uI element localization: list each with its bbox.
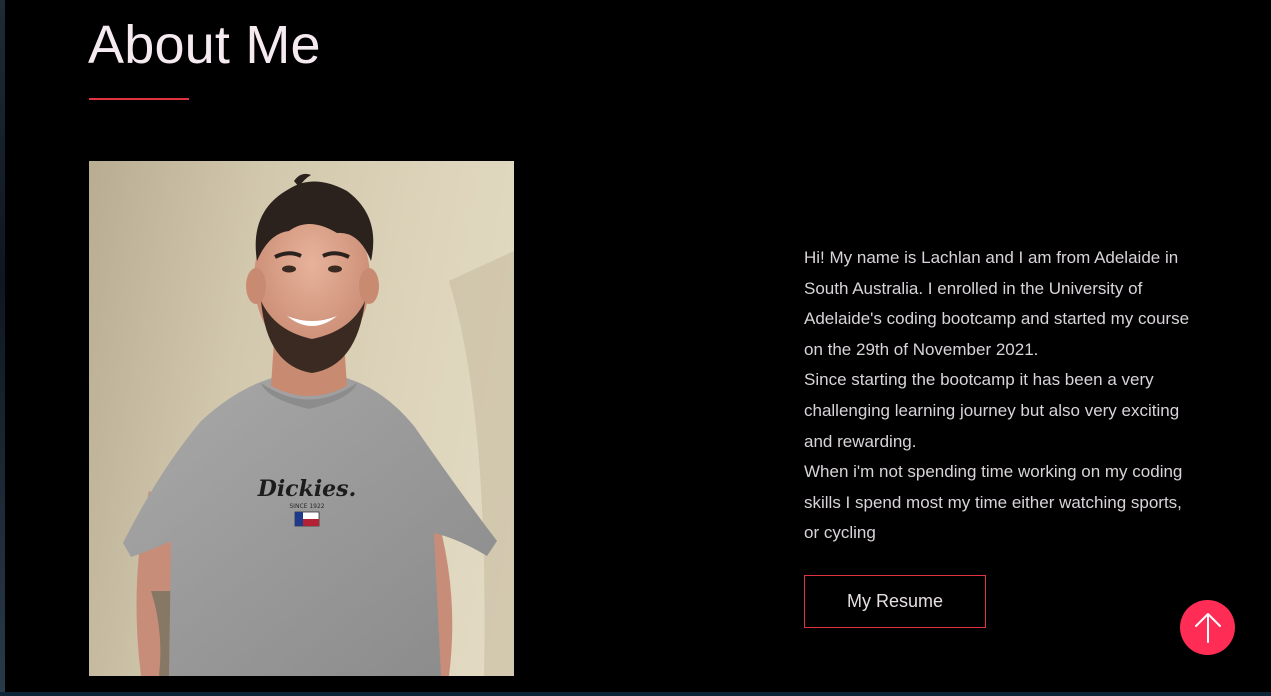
- bio-text: Hi! My name is Lachlan and I am from Ade…: [804, 243, 1194, 549]
- shirt-logo-text: Dickies.: [257, 476, 356, 502]
- shirt-logo-subtext: SINCE 1922: [289, 503, 324, 510]
- arrow-up-icon: [1194, 612, 1221, 643]
- title-underline: [89, 98, 189, 100]
- window-bottom-edge: [0, 692, 1271, 696]
- portrait-illustration: Dickies. SINCE 1922: [123, 173, 514, 676]
- section-title: About Me: [88, 15, 321, 75]
- bio-paragraph: Hi! My name is Lachlan and I am from Ade…: [804, 248, 1190, 359]
- resume-button[interactable]: My Resume: [804, 575, 986, 628]
- profile-photo: Dickies. SINCE 1922: [89, 161, 514, 676]
- bio-paragraph: When i'm not spending time working on my…: [804, 462, 1183, 543]
- back-to-top-button[interactable]: [1180, 600, 1235, 655]
- bio-paragraph: Since starting the bootcamp it has been …: [804, 370, 1180, 451]
